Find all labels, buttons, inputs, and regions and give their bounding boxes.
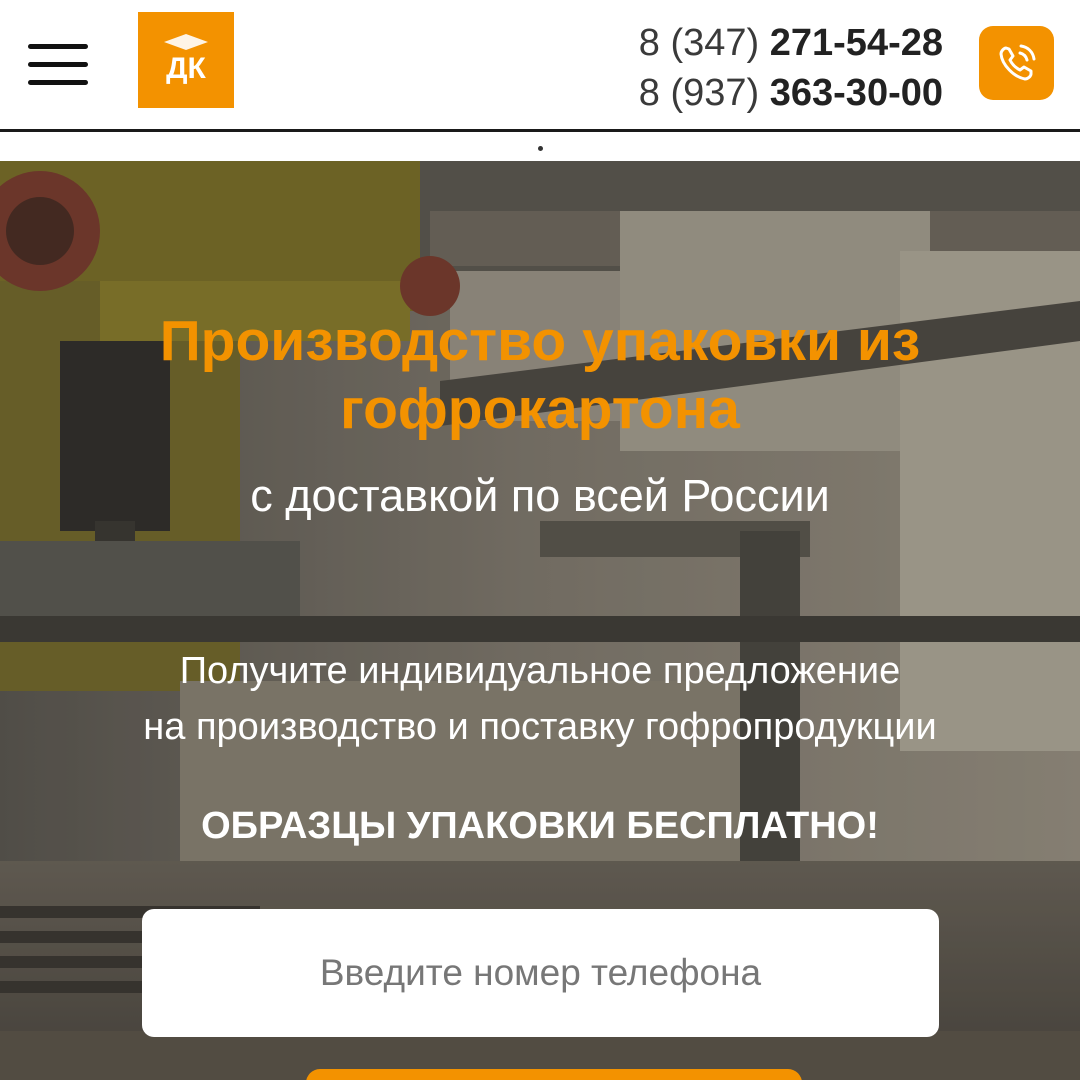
header-divider (0, 129, 1080, 132)
phone-code: 8 (937) (638, 72, 760, 114)
slider-dot[interactable] (538, 146, 543, 151)
phone-line-2[interactable]: 8 (937) 363-30-00 (639, 68, 943, 118)
hero-section: Производство упаковки из гофрокартона с … (0, 161, 1080, 1080)
offer-line: на производство и поставку гофропродукци… (143, 706, 937, 748)
hero-offer-text: Получите индивидуальное предложение на п… (0, 643, 1080, 755)
hero-title-line: Производство упаковки из (159, 309, 921, 373)
site-header: ДК 8 (347) 271-54-28 8 (937) 363-30-00 (0, 0, 1080, 130)
submit-button[interactable] (306, 1069, 802, 1080)
hamburger-menu-icon[interactable] (28, 44, 88, 86)
hero-subtitle: с доставкой по всей России (250, 470, 830, 521)
logo-text: ДК (166, 52, 206, 85)
phone-code: 8 (347) (638, 22, 760, 64)
logo-box-icon: ДК (164, 34, 208, 85)
offer-line: Получите индивидуальное предложение (179, 650, 901, 692)
phone-input[interactable] (142, 909, 939, 1037)
phone-line-1[interactable]: 8 (347) 271-54-28 (639, 18, 943, 68)
call-button[interactable] (979, 26, 1054, 100)
company-logo[interactable]: ДК (138, 12, 234, 108)
free-samples-banner: ОБРАЗЦЫ УПАКОВКИ БЕСПЛАТНО! (201, 805, 879, 847)
phone-number: 271-54-28 (769, 22, 943, 64)
hero-title-line: гофрокартона (340, 377, 740, 441)
hero-title: Производство упаковки из гофрокартона (0, 307, 1080, 443)
phone-number: 363-30-00 (769, 72, 943, 114)
phone-numbers: 8 (347) 271-54-28 8 (937) 363-30-00 (639, 18, 943, 118)
phone-call-icon (999, 44, 1035, 81)
